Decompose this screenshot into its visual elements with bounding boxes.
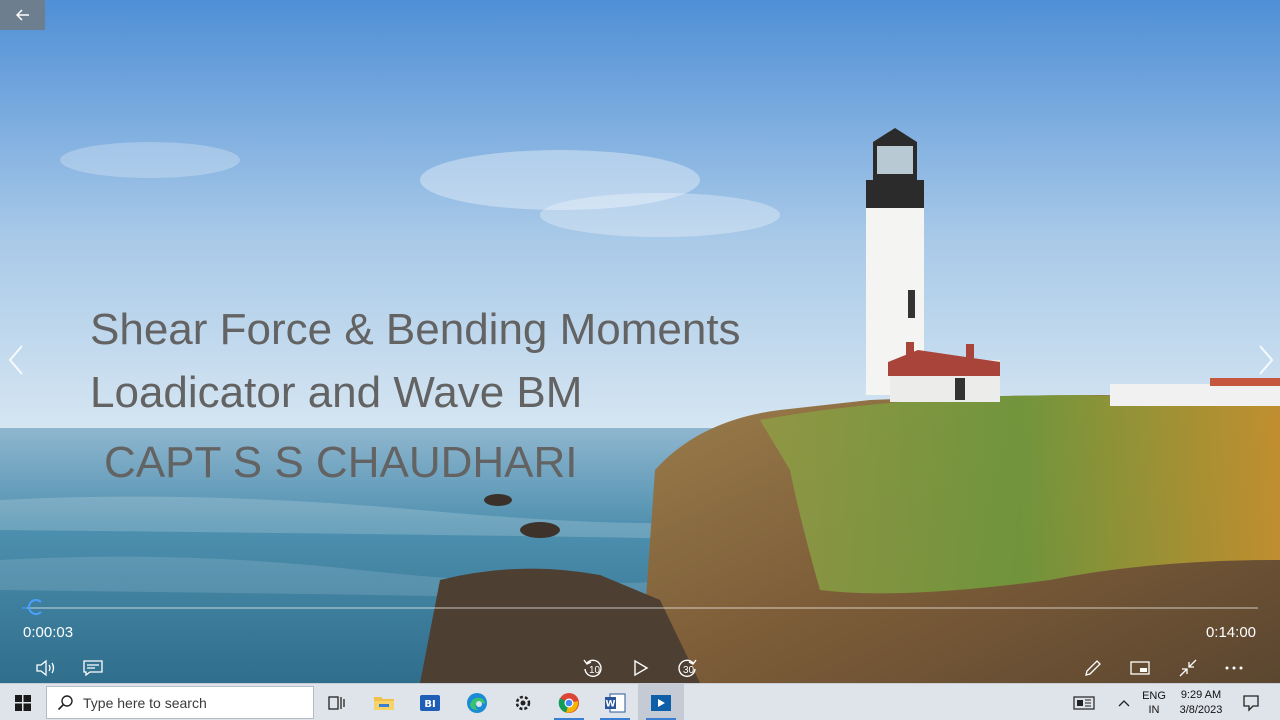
seek-bar[interactable]	[22, 607, 1258, 609]
slide-author: CAPT S S CHAUDHARI	[104, 438, 578, 487]
folder-icon	[374, 696, 394, 710]
news-icon	[1073, 695, 1095, 710]
skip-forward-button[interactable]: 30	[674, 656, 700, 680]
volume-button[interactable]	[33, 656, 59, 680]
notification-icon	[1243, 694, 1259, 712]
play-icon	[634, 659, 649, 677]
back-button[interactable]	[0, 0, 45, 30]
back-arrow-icon	[15, 9, 29, 21]
chrome-button[interactable]	[546, 684, 592, 720]
movies-tv-button[interactable]	[638, 684, 684, 720]
next-button[interactable]	[1256, 343, 1276, 377]
notifications-button[interactable]	[1236, 684, 1266, 720]
chevron-up-icon	[1118, 699, 1130, 706]
word-icon: W	[605, 693, 626, 712]
skip-back-label: 10	[589, 665, 601, 676]
slide-title-line-1: Shear Force & Bending Moments	[90, 305, 741, 354]
bi-app-icon: BI	[420, 694, 440, 711]
start-button[interactable]	[0, 684, 46, 720]
clock-button[interactable]: 9:29 AM 3/8/2023	[1172, 684, 1230, 720]
slide-title-line-2: Loadicator and Wave BM	[90, 368, 583, 417]
video-frame[interactable]: Shear Force & Bending Moments Loadicator…	[0, 0, 1280, 683]
clock-time: 9:29 AM	[1180, 688, 1222, 701]
collapse-icon	[1179, 659, 1197, 677]
gear-icon	[515, 695, 531, 710]
more-icon	[1225, 666, 1243, 670]
subtitles-button[interactable]	[80, 656, 106, 680]
exit-fullscreen-button[interactable]	[1175, 656, 1201, 680]
svg-text:BI: BI	[424, 699, 435, 710]
bi-app-button[interactable]: BI	[407, 684, 453, 720]
edge-icon	[467, 692, 487, 713]
pencil-icon	[1085, 660, 1101, 676]
volume-icon	[36, 659, 55, 677]
seek-bar-fill	[22, 607, 27, 609]
mini-view-button[interactable]	[1127, 656, 1153, 680]
total-duration: 0:14:00	[1205, 624, 1256, 641]
play-button[interactable]	[628, 656, 654, 680]
taskbar-search[interactable]	[46, 686, 314, 719]
svg-text:W: W	[606, 699, 616, 709]
current-time: 0:00:03	[23, 624, 74, 641]
language-code: ENG	[1142, 689, 1166, 702]
more-options-button[interactable]	[1221, 656, 1247, 680]
settings-button[interactable]	[500, 684, 546, 720]
task-view-button[interactable]	[314, 684, 360, 720]
chevron-left-icon	[8, 345, 23, 375]
previous-button[interactable]	[6, 343, 26, 377]
clock-date: 3/8/2023	[1179, 703, 1223, 716]
chrome-icon	[558, 692, 579, 713]
skip-forward-label: 30	[683, 665, 695, 676]
mini-view-icon	[1130, 661, 1150, 675]
movies-tv-icon	[651, 694, 671, 711]
input-language-button[interactable]: ENG IN	[1138, 684, 1170, 720]
taskbar: BI W	[0, 683, 1280, 720]
task-view-icon	[328, 695, 345, 710]
word-button[interactable]: W	[592, 684, 638, 720]
file-explorer-button[interactable]	[361, 684, 407, 720]
news-widget-button[interactable]	[1066, 684, 1102, 720]
edit-button[interactable]	[1080, 656, 1106, 680]
captions-icon	[83, 660, 103, 677]
search-input[interactable]	[83, 694, 283, 711]
chevron-right-icon	[1259, 345, 1274, 375]
edge-button[interactable]	[454, 684, 500, 720]
language-region: IN	[1148, 703, 1160, 716]
skip-back-button[interactable]: 10	[580, 656, 606, 680]
windows-logo-icon	[15, 694, 31, 711]
loading-spinner-icon	[28, 599, 44, 615]
show-hidden-icons-button[interactable]	[1112, 684, 1136, 720]
search-icon	[57, 694, 73, 710]
